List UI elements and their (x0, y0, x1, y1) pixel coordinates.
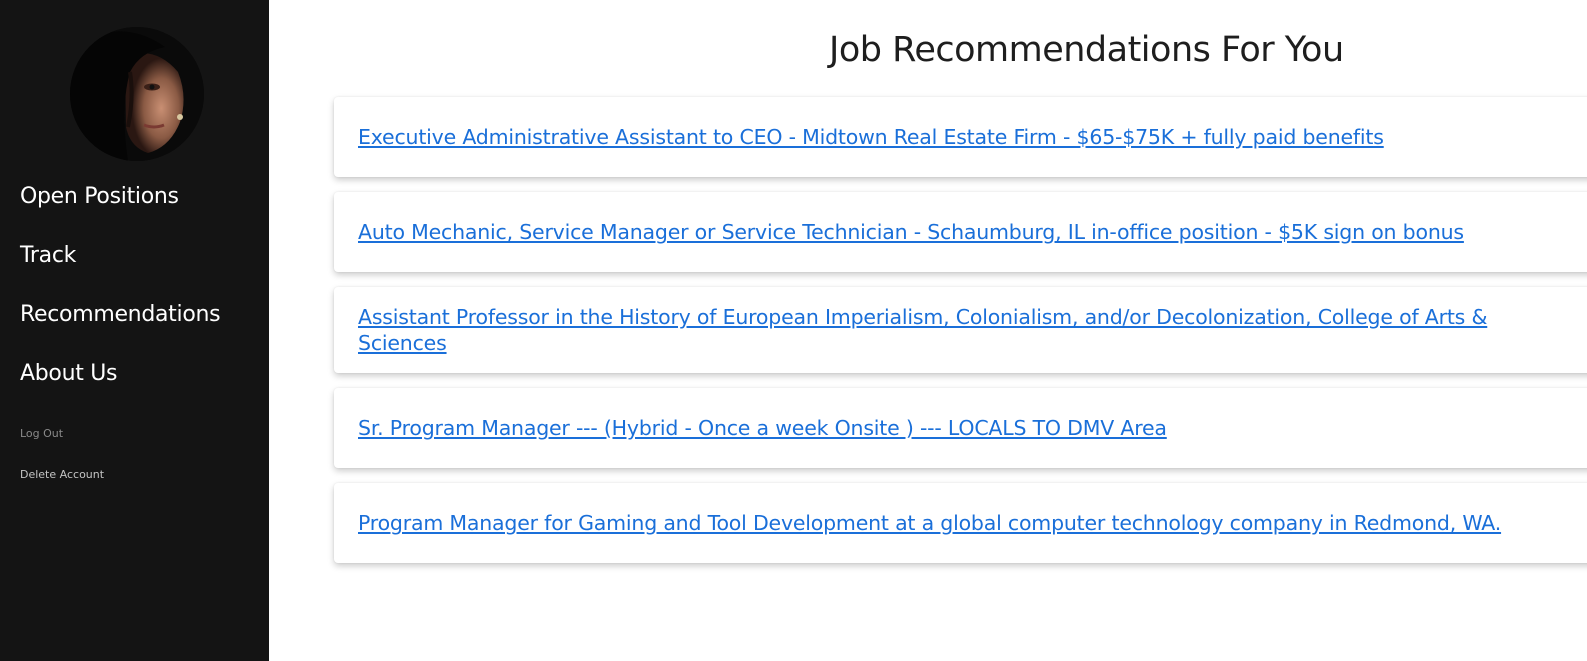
job-card: Auto Mechanic, Service Manager or Servic… (334, 192, 1587, 272)
main-nav: Open Positions Track Recommendations Abo… (20, 184, 221, 420)
avatar-image (70, 27, 204, 161)
nav-recommendations[interactable]: Recommendations (20, 302, 221, 361)
nav-about-us[interactable]: About Us (20, 361, 220, 420)
avatar[interactable] (70, 27, 204, 161)
nav-open-positions[interactable]: Open Positions (20, 184, 220, 243)
job-link[interactable]: Program Manager for Gaming and Tool Deve… (358, 510, 1538, 536)
job-link[interactable]: Sr. Program Manager --- (Hybrid - Once a… (358, 415, 1538, 441)
job-link[interactable]: Executive Administrative Assistant to CE… (358, 124, 1538, 150)
page-title: Job Recommendations For You (829, 30, 1344, 70)
job-card: Sr. Program Manager --- (Hybrid - Once a… (334, 388, 1587, 468)
job-card: Program Manager for Gaming and Tool Deve… (334, 483, 1587, 563)
job-link[interactable]: Assistant Professor in the History of Eu… (358, 304, 1538, 356)
logout-link[interactable]: Log Out (20, 427, 63, 440)
job-card: Assistant Professor in the History of Eu… (334, 287, 1587, 373)
job-card: Executive Administrative Assistant to CE… (334, 97, 1587, 177)
delete-account-link[interactable]: Delete Account (20, 468, 104, 481)
job-link[interactable]: Auto Mechanic, Service Manager or Servic… (358, 219, 1538, 245)
sidebar: Open Positions Track Recommendations Abo… (0, 0, 269, 661)
main-content: Job Recommendations For You Executive Ad… (269, 0, 1587, 661)
nav-track[interactable]: Track (20, 243, 220, 302)
